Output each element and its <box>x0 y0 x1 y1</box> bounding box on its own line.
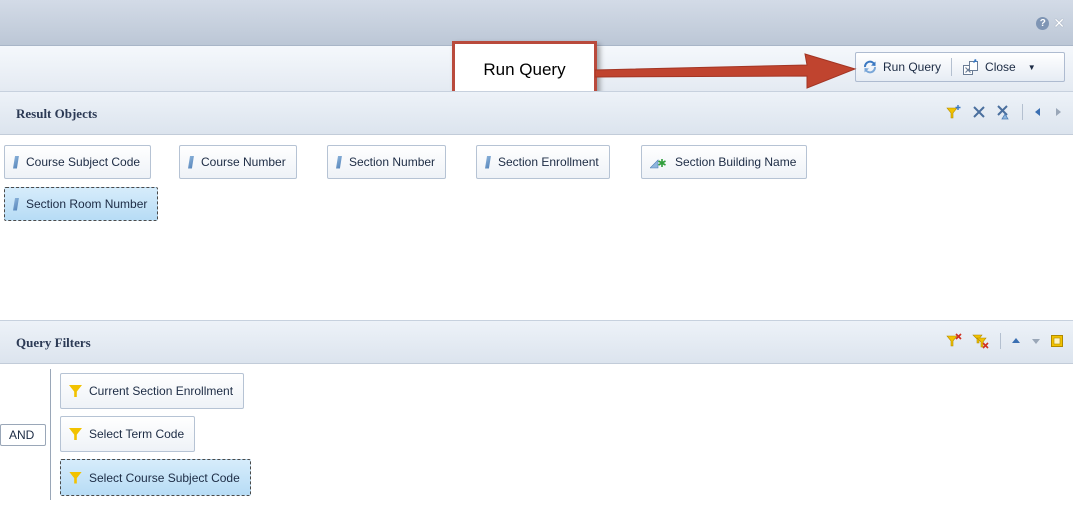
filter-icon <box>69 428 82 440</box>
dimension-icon <box>13 155 19 169</box>
filter-pane-toggle-icon[interactable] <box>1051 335 1063 347</box>
filter-select-course-subject-code[interactable]: Select Course Subject Code <box>60 459 251 496</box>
arrow-left-icon[interactable] <box>1033 107 1043 117</box>
dimension-icon <box>336 155 342 169</box>
filter-label: Select Term Code <box>89 427 185 441</box>
result-object-section-building-name[interactable]: Section Building Name <box>641 145 808 179</box>
window-controls: ? ✕ <box>1036 16 1065 30</box>
arrow-down-icon[interactable] <box>1031 336 1041 346</box>
arrow-right-icon[interactable] <box>1053 107 1063 117</box>
remove-all-objects-icon[interactable] <box>996 104 1012 120</box>
result-object-label: Section Room Number <box>26 197 148 211</box>
query-filters-header: Query Filters <box>0 320 1073 364</box>
remove-all-filters-icon[interactable] <box>972 333 990 349</box>
result-object-course-number[interactable]: Course Number <box>179 145 297 179</box>
dimension-icon <box>13 197 19 211</box>
result-object-label: Section Building Name <box>675 155 797 169</box>
window-titlebar: ? ✕ <box>0 0 1073 46</box>
dimension-icon <box>188 155 194 169</box>
result-objects-tools <box>946 104 1063 120</box>
result-object-section-room-number[interactable]: Section Room Number <box>4 187 159 221</box>
run-query-button[interactable]: Run Query <box>862 59 941 75</box>
close-button[interactable]: Close ▼ <box>962 58 1036 76</box>
tool-divider <box>1022 104 1023 120</box>
close-document-icon <box>963 59 979 75</box>
callout-text: Run Query <box>483 60 566 79</box>
result-object-section-enrollment[interactable]: Section Enrollment <box>476 145 610 179</box>
dimension-icon <box>485 155 491 169</box>
result-object-label: Course Number <box>201 155 286 169</box>
callout-arrow-icon <box>595 53 857 89</box>
toolbar-button-group: Run Query Close ▼ <box>855 52 1065 82</box>
filter-label: Select Course Subject Code <box>89 470 240 485</box>
result-object-section-number[interactable]: Section Number <box>327 145 447 179</box>
filter-icon <box>69 385 82 397</box>
and-operator-button[interactable]: AND <box>0 424 46 446</box>
chevron-down-icon[interactable]: ▼ <box>1028 63 1036 72</box>
help-icon[interactable]: ? <box>1036 17 1050 30</box>
filter-icon <box>69 471 82 484</box>
filter-current-section-enrollment[interactable]: Current Section Enrollment <box>60 373 245 409</box>
query-filters-tools <box>946 333 1063 349</box>
tool-divider <box>1000 333 1001 349</box>
query-filters-title: Query Filters <box>16 335 91 350</box>
result-objects-panel: Course Subject Code Course Number Sectio… <box>0 135 1073 320</box>
refresh-icon <box>864 60 876 74</box>
close-icon[interactable]: ✕ <box>1053 16 1065 30</box>
operator-bracket-line <box>50 369 51 500</box>
run-query-label: Run Query <box>883 60 942 74</box>
result-objects-title: Result Objects <box>16 106 98 121</box>
detail-icon <box>650 159 666 169</box>
result-object-course-subject-code[interactable]: Course Subject Code <box>4 145 152 179</box>
arrow-up-icon[interactable] <box>1011 336 1021 346</box>
result-objects-header: Result Objects <box>0 91 1073 135</box>
add-filter-icon[interactable] <box>946 104 962 120</box>
remove-filter-icon[interactable] <box>946 333 962 349</box>
result-object-label: Section Enrollment <box>498 155 599 169</box>
toolbar-divider <box>951 58 953 76</box>
remove-object-icon[interactable] <box>972 105 986 119</box>
close-label: Close <box>985 60 1016 74</box>
filter-select-term-code[interactable]: Select Term Code <box>60 416 196 452</box>
filter-label: Current Section Enrollment <box>89 384 234 398</box>
result-object-label: Course Subject Code <box>26 155 141 169</box>
result-object-label: Section Number <box>349 155 436 169</box>
